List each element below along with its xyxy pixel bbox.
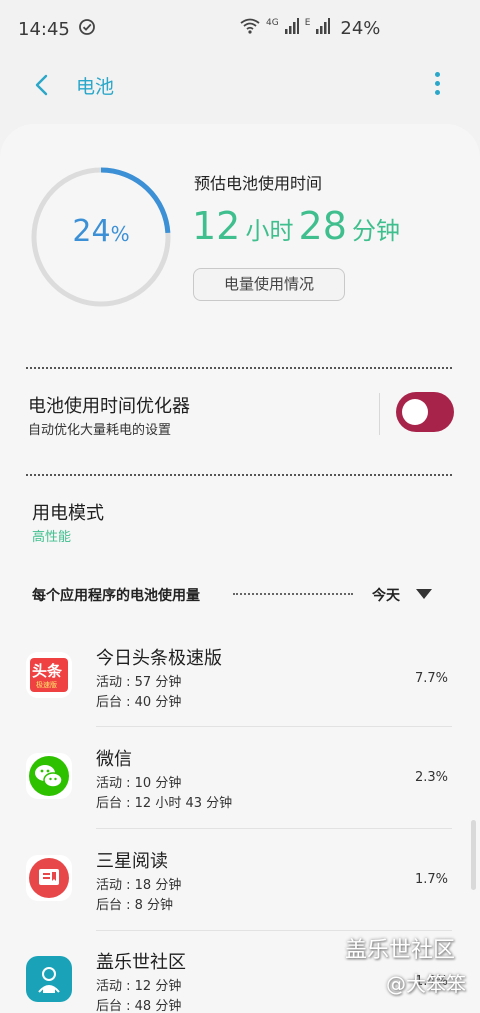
optimizer-toggle[interactable] <box>396 392 454 432</box>
app-name: 微信 <box>96 749 132 770</box>
more-dot-icon <box>434 72 440 77</box>
battery-level: 24% <box>30 214 172 249</box>
status-battery-percent: 24% <box>340 18 381 39</box>
row-divider <box>96 726 452 727</box>
app-name: 盖乐世社区 <box>96 952 186 973</box>
galaxy-community-icon <box>26 956 72 1002</box>
wechat-icon <box>26 753 72 799</box>
app-usage-label: 每个应用程序的电池使用量 <box>32 588 200 604</box>
toutiao-icon: 头条 极速版 <box>26 652 72 698</box>
signal-icon-2 <box>316 18 331 39</box>
power-mode-title[interactable]: 用电模式 <box>32 499 104 525</box>
battery-usage-button[interactable]: 电量使用情况 <box>193 268 345 301</box>
optimizer-title[interactable]: 电池使用时间优化器 <box>28 392 190 418</box>
period-selector[interactable]: 今天 <box>372 585 400 605</box>
estimate-minutes-unit: 分钟 <box>352 217 400 245</box>
dropdown-caret-icon[interactable] <box>416 589 432 599</box>
watermark-author: @大笨笨 <box>386 972 466 996</box>
optimizer-subtitle: 自动优化大量耗电的设置 <box>28 423 172 438</box>
app-active-time: 活动 : 12 分钟 <box>96 979 182 994</box>
estimate-label: 预估电池使用时间 <box>194 174 323 193</box>
network-4g-label: 4G <box>266 17 279 28</box>
row-divider <box>96 930 452 931</box>
estimate-hours: 12 <box>192 204 241 248</box>
app-row-wechat[interactable]: 微信 活动 : 10 分钟 后台 : 12 小时 43 分钟 2.3% <box>0 731 480 831</box>
status-icons: 4G E 24% <box>240 18 380 39</box>
status-bar: 14:45 4G E 24% <box>0 0 480 58</box>
watermark-title: 盖乐世社区 <box>345 938 456 963</box>
app-background-time: 后台 : 8 分钟 <box>96 898 174 913</box>
signal-icon-1 <box>284 18 299 39</box>
divider <box>26 367 452 369</box>
app-background-time: 后台 : 40 分钟 <box>96 695 182 710</box>
row-divider <box>96 828 452 829</box>
dotted-leader <box>233 593 353 595</box>
status-time: 14:45 <box>18 18 70 40</box>
app-bar: 电池 <box>0 60 480 112</box>
estimate-minutes: 28 <box>298 204 347 248</box>
divider <box>26 474 452 476</box>
estimate-hours-unit: 小时 <box>245 217 294 245</box>
sync-check-icon <box>78 18 96 40</box>
toggle-knob <box>402 399 428 425</box>
battery-level-value: 24 <box>72 214 111 249</box>
back-button[interactable] <box>30 72 56 98</box>
app-percent: 2.3% <box>414 770 448 785</box>
app-background-time: 后台 : 48 分钟 <box>96 999 182 1013</box>
toutiao-icon-subtext: 极速版 <box>36 681 57 689</box>
app-name: 三星阅读 <box>96 851 168 872</box>
more-dot-icon <box>434 90 440 95</box>
app-background-time: 后台 : 12 小时 43 分钟 <box>96 796 233 811</box>
estimate-value: 12 小时 28 分钟 <box>192 204 400 248</box>
toutiao-icon-text: 头条 <box>32 662 63 680</box>
back-arrow-icon <box>35 74 48 96</box>
app-row-toutiao[interactable]: 头条 极速版 今日头条极速版 活动 : 57 分钟 后台 : 40 分钟 7.7… <box>0 630 480 730</box>
power-mode-value: 高性能 <box>32 530 72 545</box>
battery-level-unit: % <box>110 222 130 246</box>
network-e-label: E <box>304 17 311 28</box>
app-percent: 1.7% <box>414 872 448 887</box>
vertical-divider <box>379 393 380 435</box>
page-title: 电池 <box>76 76 115 98</box>
app-row-samsung-reader[interactable]: 三星阅读 活动 : 18 分钟 后台 : 8 分钟 1.7% <box>0 833 480 933</box>
app-active-time: 活动 : 18 分钟 <box>96 878 182 893</box>
scrollbar[interactable] <box>471 820 476 890</box>
app-active-time: 活动 : 10 分钟 <box>96 776 182 791</box>
app-percent: 7.7% <box>414 671 448 686</box>
wifi-icon <box>240 18 260 39</box>
more-options-button[interactable] <box>428 72 446 100</box>
samsung-reader-icon <box>26 855 72 901</box>
app-active-time: 活动 : 57 分钟 <box>96 675 182 690</box>
more-dot-icon <box>434 81 440 86</box>
app-name: 今日头条极速版 <box>96 648 222 669</box>
